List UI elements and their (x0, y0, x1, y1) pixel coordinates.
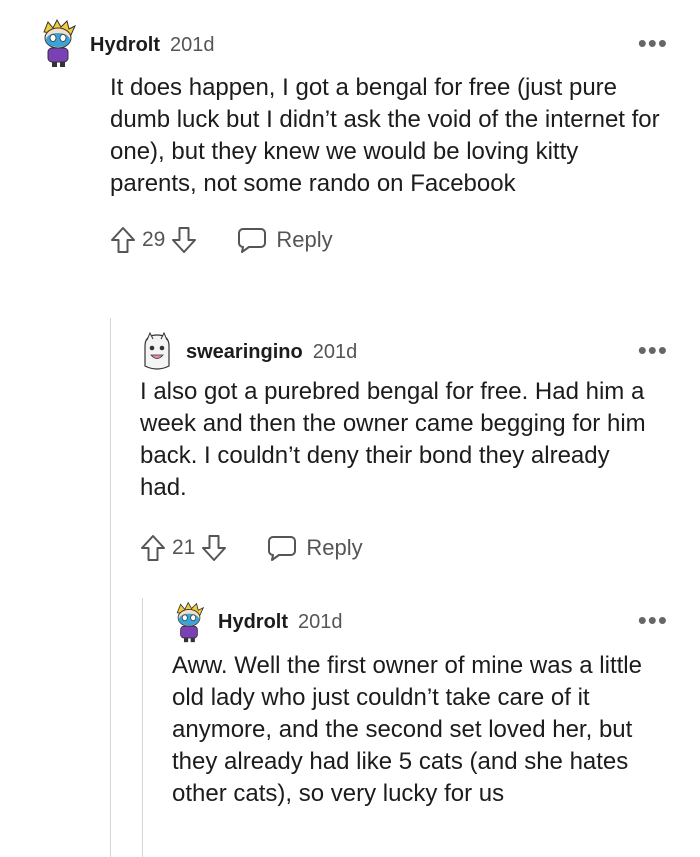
comment-header: swearingino 201d (140, 332, 668, 372)
upvote-icon[interactable] (110, 226, 136, 254)
comment-header: Hydrolt 201d (172, 601, 668, 643)
more-options-icon[interactable]: ••• (638, 337, 668, 363)
timestamp: 201d (298, 610, 343, 633)
comment-hydrolt-top: Hydrolt 201d ••• It does happen, I got a… (38, 18, 668, 254)
more-options-icon[interactable]: ••• (638, 607, 668, 633)
reply-icon (268, 536, 297, 561)
username[interactable]: swearingino (186, 341, 303, 364)
avatar[interactable] (140, 332, 174, 372)
downvote-icon[interactable] (171, 226, 197, 254)
upvote-icon[interactable] (140, 534, 166, 562)
avatar[interactable] (38, 18, 78, 68)
reply-button[interactable]: Reply (237, 227, 333, 253)
reply-label: Reply (276, 227, 333, 252)
vote-score: 21 (172, 536, 196, 559)
comment-body: Aww. Well the first owner of mine was a … (172, 652, 642, 807)
reply-label: Reply (306, 535, 363, 560)
username[interactable]: Hydrolt (90, 34, 160, 57)
thread-line-level-2[interactable] (142, 598, 143, 857)
comment-actions: 21 Reply (140, 534, 668, 562)
comment-swearingino: swearingino 201d ••• I also got a purebr… (140, 332, 668, 562)
comment-body: I also got a purebred bengal for free. H… (140, 378, 646, 501)
comment-actions: 29 Reply (110, 226, 668, 254)
timestamp: 201d (312, 340, 358, 363)
more-options-icon[interactable]: ••• (638, 30, 668, 56)
reply-icon (238, 228, 267, 253)
timestamp: 201d (170, 33, 215, 56)
avatar[interactable] (172, 601, 206, 643)
thread-line-level-1[interactable] (110, 318, 111, 857)
username[interactable]: Hydrolt (218, 611, 288, 634)
vote-score: 29 (142, 228, 166, 251)
comment-header: Hydrolt 201d (38, 18, 668, 67)
comment-hydrolt-reply: Hydrolt 201d ••• Aww. Well the first own… (172, 601, 668, 810)
reply-button[interactable]: Reply (267, 535, 363, 561)
comment-body: It does happen, I got a bengal for free … (110, 74, 660, 197)
downvote-icon[interactable] (201, 534, 227, 562)
